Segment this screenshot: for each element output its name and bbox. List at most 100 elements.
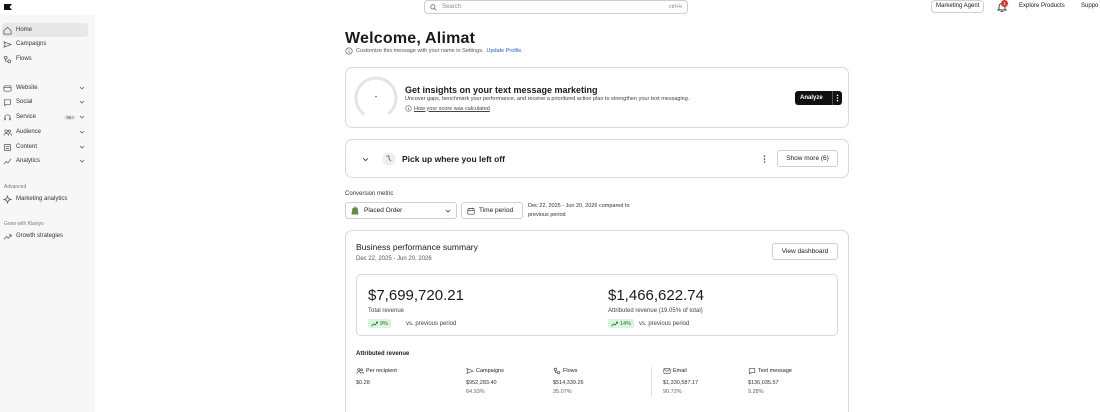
sidebar-item-content[interactable]: Content (2, 140, 88, 154)
sidebar-item-audience[interactable]: Audience (2, 125, 88, 139)
sidebar-item-website[interactable]: Website (2, 81, 88, 95)
metric-per-recipient: Per recipient $0.28 (356, 367, 397, 386)
search-icon (430, 3, 437, 11)
metric-value: $514,339.26 (553, 380, 584, 386)
sidebar-item-marketing-analytics[interactable]: Marketing analytics (2, 192, 88, 206)
advanced-heading: Advanced (4, 184, 27, 190)
more-vertical-icon[interactable] (762, 154, 767, 164)
metric-percent: 64.93% (466, 389, 485, 395)
sms-icon (748, 368, 756, 375)
insights-title: Get insights on your text message market… (405, 85, 598, 95)
conversion-metric-select[interactable]: Placed Order (345, 202, 457, 219)
analyze-button[interactable]: Analyze (795, 91, 842, 105)
explore-products-link[interactable]: Explore Products (1019, 3, 1065, 9)
metric-flows: Flows $514,339.26 35.07% (553, 367, 584, 395)
metric-text-message: Text message $136,035.57 9.28% (748, 367, 792, 395)
recipient-icon (356, 368, 364, 374)
sidebar-item-label: Service (16, 114, 37, 120)
service-icon (4, 114, 11, 120)
email-icon (663, 368, 671, 374)
sidebar-item-campaigns[interactable]: Campaigns (2, 37, 88, 51)
more-vertical-icon[interactable] (832, 91, 842, 105)
search-input[interactable]: Search ctrl+k (424, 0, 688, 14)
metric-percent: 9.28% (748, 389, 764, 395)
date-range-line: Dec 22, 2025 - Jun 20, 2026 compared to (528, 203, 630, 209)
time-period-button[interactable]: Time period (461, 202, 523, 219)
show-more-button[interactable]: Show more (6) (777, 150, 838, 167)
sidebar-item-label: Home (16, 27, 33, 33)
info-icon (405, 105, 412, 112)
metric-divider (651, 367, 652, 397)
attributed-revenue-change-badge: 14% (608, 319, 635, 328)
sidebar-item-label: Social (16, 99, 33, 105)
metric-value: $136,035.57 (748, 380, 779, 386)
chevron-down-icon (79, 100, 85, 104)
metric-percent: 35.07% (553, 389, 572, 395)
vs-previous-label: vs. previous period (406, 321, 457, 327)
total-revenue-value: $7,699,720.21 (368, 287, 464, 304)
metric-value: $952,283.40 (466, 380, 497, 386)
summary-date: Dec 22, 2025 - Jun 20, 2026 (356, 256, 432, 262)
score-calculation-text: How your score was calculated (414, 105, 490, 112)
campaigns-icon (466, 368, 474, 374)
date-range-line: previous period (528, 212, 566, 218)
metric-value: $0.28 (356, 380, 370, 386)
campaigns-icon (3, 40, 12, 48)
sidebar-item-label: Analytics (16, 158, 41, 164)
calendar-icon (467, 207, 475, 215)
update-profile-link[interactable]: Update Profile. (486, 48, 522, 54)
klaviyo-logo-icon[interactable] (4, 4, 12, 10)
pickup-title: Pick up where you left off (402, 154, 505, 164)
analyze-label: Analyze (800, 95, 823, 101)
metric-value: $1,330,587.17 (663, 380, 699, 386)
sidebar-item-service[interactable]: Service 96+ (2, 110, 88, 124)
chevron-down-icon (79, 130, 85, 134)
website-icon (3, 84, 12, 92)
chevron-down-icon (79, 115, 85, 119)
vs-previous-label: vs. previous period (639, 321, 690, 327)
score-calculation-link[interactable]: How your score was calculated (405, 105, 490, 112)
metric-label: Email (673, 368, 687, 374)
grow-heading: Grow with Klaviyo (4, 221, 44, 227)
sidebar-item-label: Growth strategies (16, 233, 64, 239)
summary-title: Business performance summary (356, 242, 478, 252)
sidebar-item-flows[interactable]: Flows (2, 52, 88, 66)
sidebar-item-label: Website (16, 85, 38, 91)
time-period-label: Time period (479, 207, 514, 214)
metric-label: Campaigns (476, 368, 504, 374)
attributed-revenue-label: Attributed revenue (19.05% of total) (608, 308, 703, 314)
flows-icon (3, 55, 12, 63)
flows-icon (553, 367, 561, 375)
chevron-down-icon[interactable] (362, 156, 369, 163)
attributed-revenue-change: 14% (620, 320, 632, 327)
sidebar-item-analytics[interactable]: Analytics (2, 154, 88, 168)
attributed-revenue-heading: Attributed revenue (356, 351, 410, 357)
shopify-icon (351, 206, 359, 215)
metric-label: Flows (563, 368, 578, 374)
audience-icon (3, 128, 12, 136)
sidebar-item-home[interactable]: Home (2, 23, 88, 37)
sidebar: Home Campaigns Flows Website Social Serv… (0, 15, 95, 412)
sidebar-item-label: Content (16, 144, 38, 150)
score-value: - (374, 92, 378, 101)
search-shortcut: ctrl+k (668, 4, 682, 10)
page-title: Welcome, Alimat (345, 30, 476, 47)
history-icon (382, 152, 396, 166)
total-revenue-change: 9% (380, 320, 388, 327)
analytics-icon (3, 158, 12, 164)
info-icon (345, 47, 353, 55)
marketing-agent-button[interactable]: Marketing Agent (931, 0, 985, 13)
sidebar-item-label: Audience (16, 129, 42, 135)
sparkle-icon (3, 194, 12, 204)
view-dashboard-button[interactable]: View dashboard (772, 243, 838, 260)
sidebar-item-social[interactable]: Social (2, 95, 88, 109)
conversion-metric-value: Placed Order (364, 207, 403, 214)
metric-percent: 90.72% (663, 389, 682, 395)
sidebar-item-growth-strategies[interactable]: Growth strategies (2, 229, 88, 243)
total-revenue-change-badge: 9% (368, 319, 391, 328)
trend-up-icon (3, 233, 12, 239)
date-range-text: Dec 22, 2025 - Jun 20, 2026 compared to … (528, 202, 648, 220)
support-link[interactable]: Suppo (1081, 3, 1098, 9)
attributed-revenue-value: $1,466,622.74 (608, 287, 704, 304)
metric-email: Email $1,330,587.17 90.72% (663, 367, 698, 395)
